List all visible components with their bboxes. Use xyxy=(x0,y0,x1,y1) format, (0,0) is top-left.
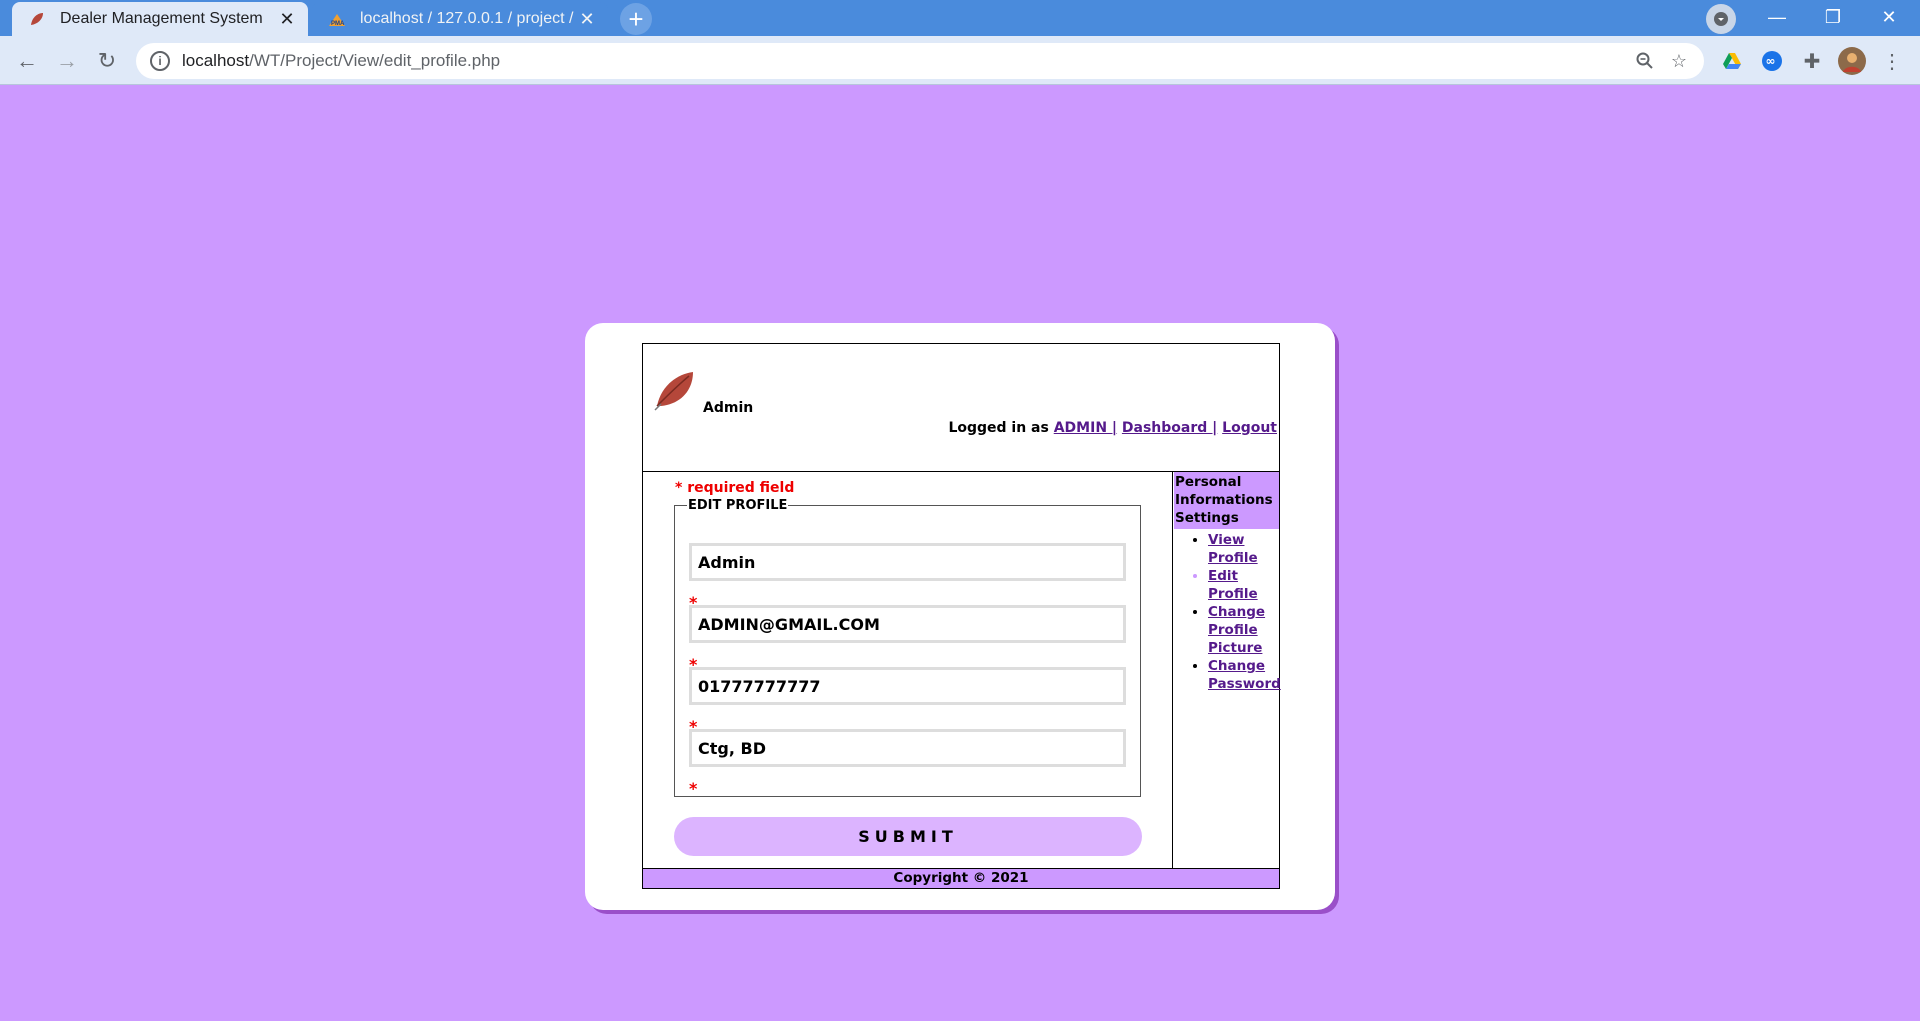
restore-icon[interactable]: ❐ xyxy=(1806,0,1860,34)
change-password-link[interactable]: Change Password xyxy=(1208,658,1281,692)
view-profile-link[interactable]: View Profile xyxy=(1208,532,1258,566)
browser-toolbar: ← → ↻ i localhost/WT/Project/View/edit_p… xyxy=(0,36,1920,85)
new-tab-button[interactable]: + xyxy=(620,3,652,35)
required-mark: * xyxy=(689,779,698,798)
settings-sidebar: Personal Informations Settings View Prof… xyxy=(1174,472,1281,868)
tab-title: localhost / 127.0.0.1 / project / us xyxy=(360,10,576,27)
leaf-favicon-icon xyxy=(28,10,46,28)
browser-tab-strip: Dealer Management System ✕ PMA localhost… xyxy=(0,0,1920,36)
email-input[interactable]: ADMIN@GMAIL.COM xyxy=(689,605,1126,643)
back-icon[interactable]: ← xyxy=(10,44,44,78)
close-window-icon[interactable]: ✕ xyxy=(1862,0,1916,34)
tab-dealer-management[interactable]: Dealer Management System ✕ xyxy=(12,2,308,36)
site-info-icon[interactable]: i xyxy=(150,51,170,71)
tab-phpmyadmin[interactable]: PMA localhost / 127.0.0.1 / project / us… xyxy=(312,2,608,36)
page-card: Admin Logged in as ADMIN | Dashboard | L… xyxy=(585,323,1335,910)
forward-icon[interactable]: → xyxy=(50,44,84,78)
site-name: Admin xyxy=(703,400,754,416)
submit-button[interactable]: SUBMIT xyxy=(674,817,1142,856)
extension-infinity-icon[interactable]: ∞ xyxy=(1755,44,1789,78)
site-header: Admin Logged in as ADMIN | Dashboard | L… xyxy=(643,344,1279,472)
svg-text:PMA: PMA xyxy=(331,21,345,27)
browser-menu-icon[interactable]: ⋮ xyxy=(1875,44,1909,78)
sidebar-item-view-profile: View Profile xyxy=(1208,531,1279,567)
edit-profile-legend: EDIT PROFILE xyxy=(688,498,788,513)
edit-profile-link[interactable]: Edit Profile xyxy=(1208,568,1258,602)
url-text: localhost/WT/Project/View/edit_profile.p… xyxy=(182,51,501,70)
extensions-puzzle-icon[interactable]: ✚ xyxy=(1795,44,1829,78)
site-footer: Copyright © 2021 xyxy=(643,868,1279,888)
sidebar-menu: View Profile Edit Profile Change Profile… xyxy=(1174,531,1281,693)
bookmark-star-icon[interactable]: ☆ xyxy=(1662,44,1696,78)
google-drive-icon[interactable] xyxy=(1715,44,1749,78)
address-input[interactable]: Ctg, BD xyxy=(689,729,1126,767)
address-bar[interactable]: i localhost/WT/Project/View/edit_profile… xyxy=(136,43,1704,79)
leaf-logo-icon xyxy=(653,368,697,412)
username-link[interactable]: ADMIN | xyxy=(1054,420,1117,436)
phone-input[interactable]: 01777777777 xyxy=(689,667,1126,705)
sidebar-item-change-password: Change Password xyxy=(1208,657,1281,693)
name-input[interactable]: Admin xyxy=(689,543,1126,581)
profile-avatar[interactable] xyxy=(1835,44,1869,78)
phpmyadmin-favicon-icon: PMA xyxy=(328,10,346,28)
svg-text:∞: ∞ xyxy=(1766,54,1776,68)
change-profile-picture-link[interactable]: Change Profile Picture xyxy=(1208,604,1265,656)
layout-table: Admin Logged in as ADMIN | Dashboard | L… xyxy=(642,343,1281,889)
edit-profile-fieldset: EDIT PROFILE Admin * ADMIN@GMAIL.COM * 0… xyxy=(674,498,1141,798)
tab-title: Dealer Management System xyxy=(60,10,263,27)
minimize-icon[interactable]: — xyxy=(1750,0,1804,34)
close-tab-icon[interactable]: ✕ xyxy=(276,8,298,30)
close-tab-icon[interactable]: ✕ xyxy=(576,8,598,30)
logged-in-label: Logged in as xyxy=(948,420,1049,436)
main-content: * required field EDIT PROFILE Admin * AD… xyxy=(643,472,1173,868)
sidebar-heading: Personal Informations Settings xyxy=(1174,472,1279,529)
logout-link[interactable]: Logout xyxy=(1222,420,1277,436)
sidebar-item-change-picture: Change Profile Picture xyxy=(1208,603,1279,657)
required-field-note: * required field xyxy=(675,480,795,496)
tab-search-icon[interactable] xyxy=(1706,4,1736,34)
reload-icon[interactable]: ↻ xyxy=(90,44,124,78)
dashboard-link[interactable]: Dashboard | xyxy=(1122,420,1217,436)
login-status: Logged in as ADMIN | Dashboard | Logout xyxy=(948,420,1277,436)
zoom-icon[interactable] xyxy=(1628,44,1662,78)
sidebar-item-edit-profile: Edit Profile xyxy=(1208,567,1279,603)
